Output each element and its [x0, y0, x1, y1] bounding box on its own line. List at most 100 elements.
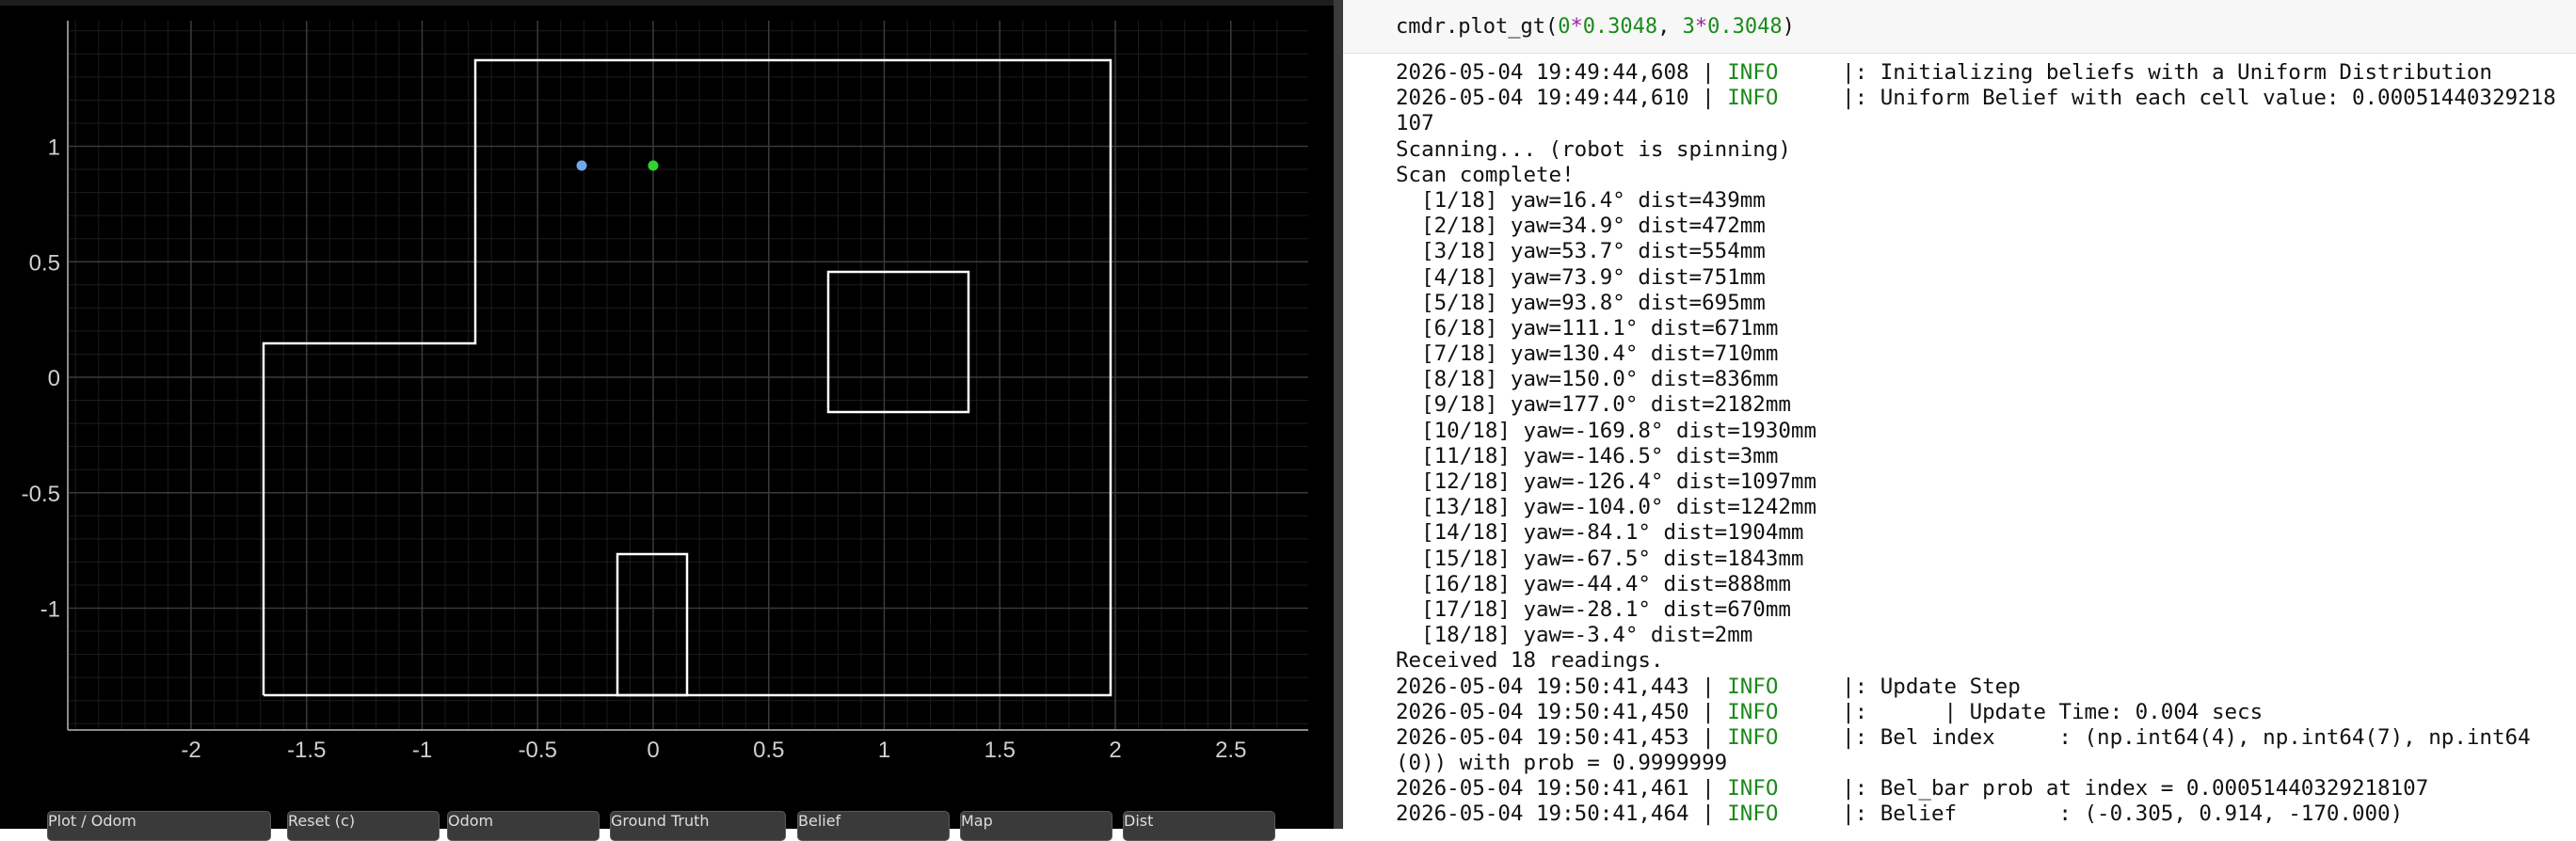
output-line: [16/18] yaw=-44.4° dist=888mm: [1396, 572, 2572, 597]
output-text: Scanning... (robot is spinning): [1396, 136, 1791, 162]
output-text: [2/18] yaw=34.9° dist=472mm: [1396, 214, 1766, 239]
code-op-1: *: [1570, 15, 1583, 39]
odom-label: Odom: [448, 812, 494, 830]
log-message: |: Bel index : (np.int64(4), np.int64(7)…: [1778, 724, 2531, 750]
output-line: 2026-05-04 19:50:41,453 | INFO |: Bel in…: [1396, 725, 2572, 751]
x-tick-label: 1.5: [984, 738, 1016, 763]
belief-button[interactable]: Belief: [797, 811, 950, 841]
log-level: INFO: [1727, 699, 1779, 724]
output-text: [17/18] yaw=-28.1° dist=670mm: [1396, 596, 1791, 622]
output-text: 2026-05-04 19:50:41,461 |: [1396, 776, 1728, 801]
x-tick-label: -1.5: [287, 738, 326, 763]
cell-output: 2026-05-04 19:49:44,608 | INFO |: Initia…: [1396, 60, 2572, 828]
output-line: [17/18] yaw=-28.1° dist=670mm: [1396, 597, 2572, 623]
output-text: [16/18] yaw=-44.4° dist=888mm: [1396, 571, 1791, 596]
output-line: 2026-05-04 19:50:41,461 | INFO |: Bel_ba…: [1396, 776, 2572, 801]
y-tick-label: 0: [48, 366, 60, 391]
output-text: [10/18] yaw=-169.8° dist=1930mm: [1396, 418, 1817, 443]
log-message: |: | Update Time: 0.004 secs: [1778, 699, 2264, 724]
output-line: [2/18] yaw=34.9° dist=472mm: [1396, 214, 2572, 239]
output-text: 2026-05-04 19:50:41,443 |: [1396, 674, 1728, 699]
belief-label: Belief: [798, 812, 841, 830]
map-button[interactable]: Map: [960, 811, 1112, 841]
x-tick-label: 0.5: [753, 738, 784, 763]
belief-point-marker: [576, 160, 587, 171]
dist-button[interactable]: Dist: [1123, 811, 1275, 841]
x-tick-label: 2.5: [1215, 738, 1246, 763]
code-cell[interactable]: cmdr.plot_gt(0*0.3048, 3*0.3048): [1343, 0, 2576, 54]
output-text: 2026-05-04 19:50:41,464 |: [1396, 801, 1728, 827]
output-line: 2026-05-04 19:50:41,450 | INFO |: | Upda…: [1396, 700, 2572, 725]
output-line: 107: [1396, 111, 2572, 136]
code-close: ): [1782, 15, 1795, 39]
output-text: 2026-05-04 19:50:41,450 |: [1396, 699, 1728, 724]
output-text: [18/18] yaw=-3.4° dist=2mm: [1396, 623, 1753, 648]
output-text: [8/18] yaw=150.0° dist=836mm: [1396, 367, 1779, 392]
x-tick-label: 2: [1109, 738, 1121, 763]
x-tick-label: -0.5: [519, 738, 557, 763]
output-line: [4/18] yaw=73.9° dist=751mm: [1396, 265, 2572, 291]
output-line: 2026-05-04 19:49:44,610 | INFO |: Unifor…: [1396, 86, 2572, 111]
output-text: [11/18] yaw=-146.5° dist=3mm: [1396, 443, 1779, 468]
log-level: INFO: [1727, 86, 1779, 111]
output-line: [13/18] yaw=-104.0° dist=1242mm: [1396, 495, 2572, 520]
dist-label: Dist: [1124, 812, 1154, 830]
ground-truth-label: Ground Truth: [611, 812, 710, 830]
ground-truth-button[interactable]: Ground Truth: [610, 811, 786, 841]
odom-button[interactable]: Odom: [447, 811, 600, 841]
output-text: [6/18] yaw=111.1° dist=671mm: [1396, 315, 1779, 341]
output-text: [7/18] yaw=130.4° dist=710mm: [1396, 341, 1779, 367]
output-line: [15/18] yaw=-67.5° dist=1843mm: [1396, 547, 2572, 572]
code-line: cmdr.plot_gt(0*0.3048, 3*0.3048): [1396, 15, 1795, 39]
map-label: Map: [961, 812, 993, 830]
log-message: |: Bel_bar prob at index = 0.00051440329…: [1778, 776, 2429, 801]
output-text: 2026-05-04 19:49:44,608 |: [1396, 60, 1728, 85]
output-text: (0)) with prob = 0.9999999: [1396, 751, 1728, 776]
ground-truth-point-marker: [648, 160, 659, 171]
output-line: 2026-05-04 19:50:41,464 | INFO |: Belief…: [1396, 801, 2572, 827]
output-line: [1/18] yaw=16.4° dist=439mm: [1396, 188, 2572, 214]
output-text: [1/18] yaw=16.4° dist=439mm: [1396, 187, 1766, 213]
log-level: INFO: [1727, 801, 1779, 827]
log-message: |: Belief : (-0.305, 0.914, -170.000): [1778, 801, 2404, 827]
output-line: [6/18] yaw=111.1° dist=671mm: [1396, 316, 2572, 341]
x-tick-labels: -2 -1.5 -1 -0.5 0 0.5 1 1.5 2 2.5: [181, 738, 1246, 763]
code-function: cmdr.plot_gt(: [1396, 15, 1559, 39]
output-line: [3/18] yaw=53.7° dist=554mm: [1396, 239, 2572, 264]
code-arg-c: 3: [1682, 15, 1695, 39]
output-line: [9/18] yaw=177.0° dist=2182mm: [1396, 392, 2572, 418]
output-text: 2026-05-04 19:49:44,610 |: [1396, 86, 1728, 111]
x-tick-label: -1: [412, 738, 432, 763]
reset-label: Reset (c): [288, 812, 356, 830]
output-line: (0)) with prob = 0.9999999: [1396, 751, 2572, 776]
output-line: [8/18] yaw=150.0° dist=836mm: [1396, 367, 2572, 392]
output-text: Received 18 readings.: [1396, 648, 1664, 674]
y-tick-label: 0.5: [29, 250, 60, 276]
plot-odom-dropdown[interactable]: Plot / Odom: [47, 811, 271, 841]
x-tick-label: 1: [878, 738, 890, 763]
trajectory-plot[interactable]: -2 -1.5 -1 -0.5 0 0.5 1 1.5 2 2.5 1 0.5 0 -0.5 -1: [0, 0, 1334, 829]
output-line: [11/18] yaw=-146.5° dist=3mm: [1396, 444, 2572, 469]
output-text: [9/18] yaw=177.0° dist=2182mm: [1396, 392, 1791, 418]
reset-button[interactable]: Reset (c): [287, 811, 440, 841]
code-op-2: *: [1694, 15, 1708, 39]
output-text: [13/18] yaw=-104.0° dist=1242mm: [1396, 495, 1817, 520]
output-line: Scan complete!: [1396, 163, 2572, 188]
x-tick-label: -2: [181, 738, 200, 763]
code-separator: ,: [1657, 15, 1683, 39]
output-line: Received 18 readings.: [1396, 648, 2572, 674]
output-line: [14/18] yaw=-84.1° dist=1904mm: [1396, 520, 2572, 546]
output-text: Scan complete!: [1396, 162, 1575, 187]
output-text: [4/18] yaw=73.9° dist=751mm: [1396, 264, 1766, 290]
log-level: INFO: [1727, 674, 1779, 699]
output-line: [10/18] yaw=-169.8° dist=1930mm: [1396, 419, 2572, 444]
y-tick-label: 1: [48, 135, 60, 161]
output-line: [18/18] yaw=-3.4° dist=2mm: [1396, 623, 2572, 648]
code-arg-a: 0: [1558, 15, 1571, 39]
log-level: INFO: [1727, 60, 1779, 85]
log-message: |: Initializing beliefs with a Uniform D…: [1778, 60, 2492, 85]
output-text: 107: [1396, 111, 1434, 136]
output-line: 2026-05-04 19:50:41,443 | INFO |: Update…: [1396, 674, 2572, 700]
output-text: [5/18] yaw=93.8° dist=695mm: [1396, 290, 1766, 315]
output-line: 2026-05-04 19:49:44,608 | INFO |: Initia…: [1396, 60, 2572, 86]
